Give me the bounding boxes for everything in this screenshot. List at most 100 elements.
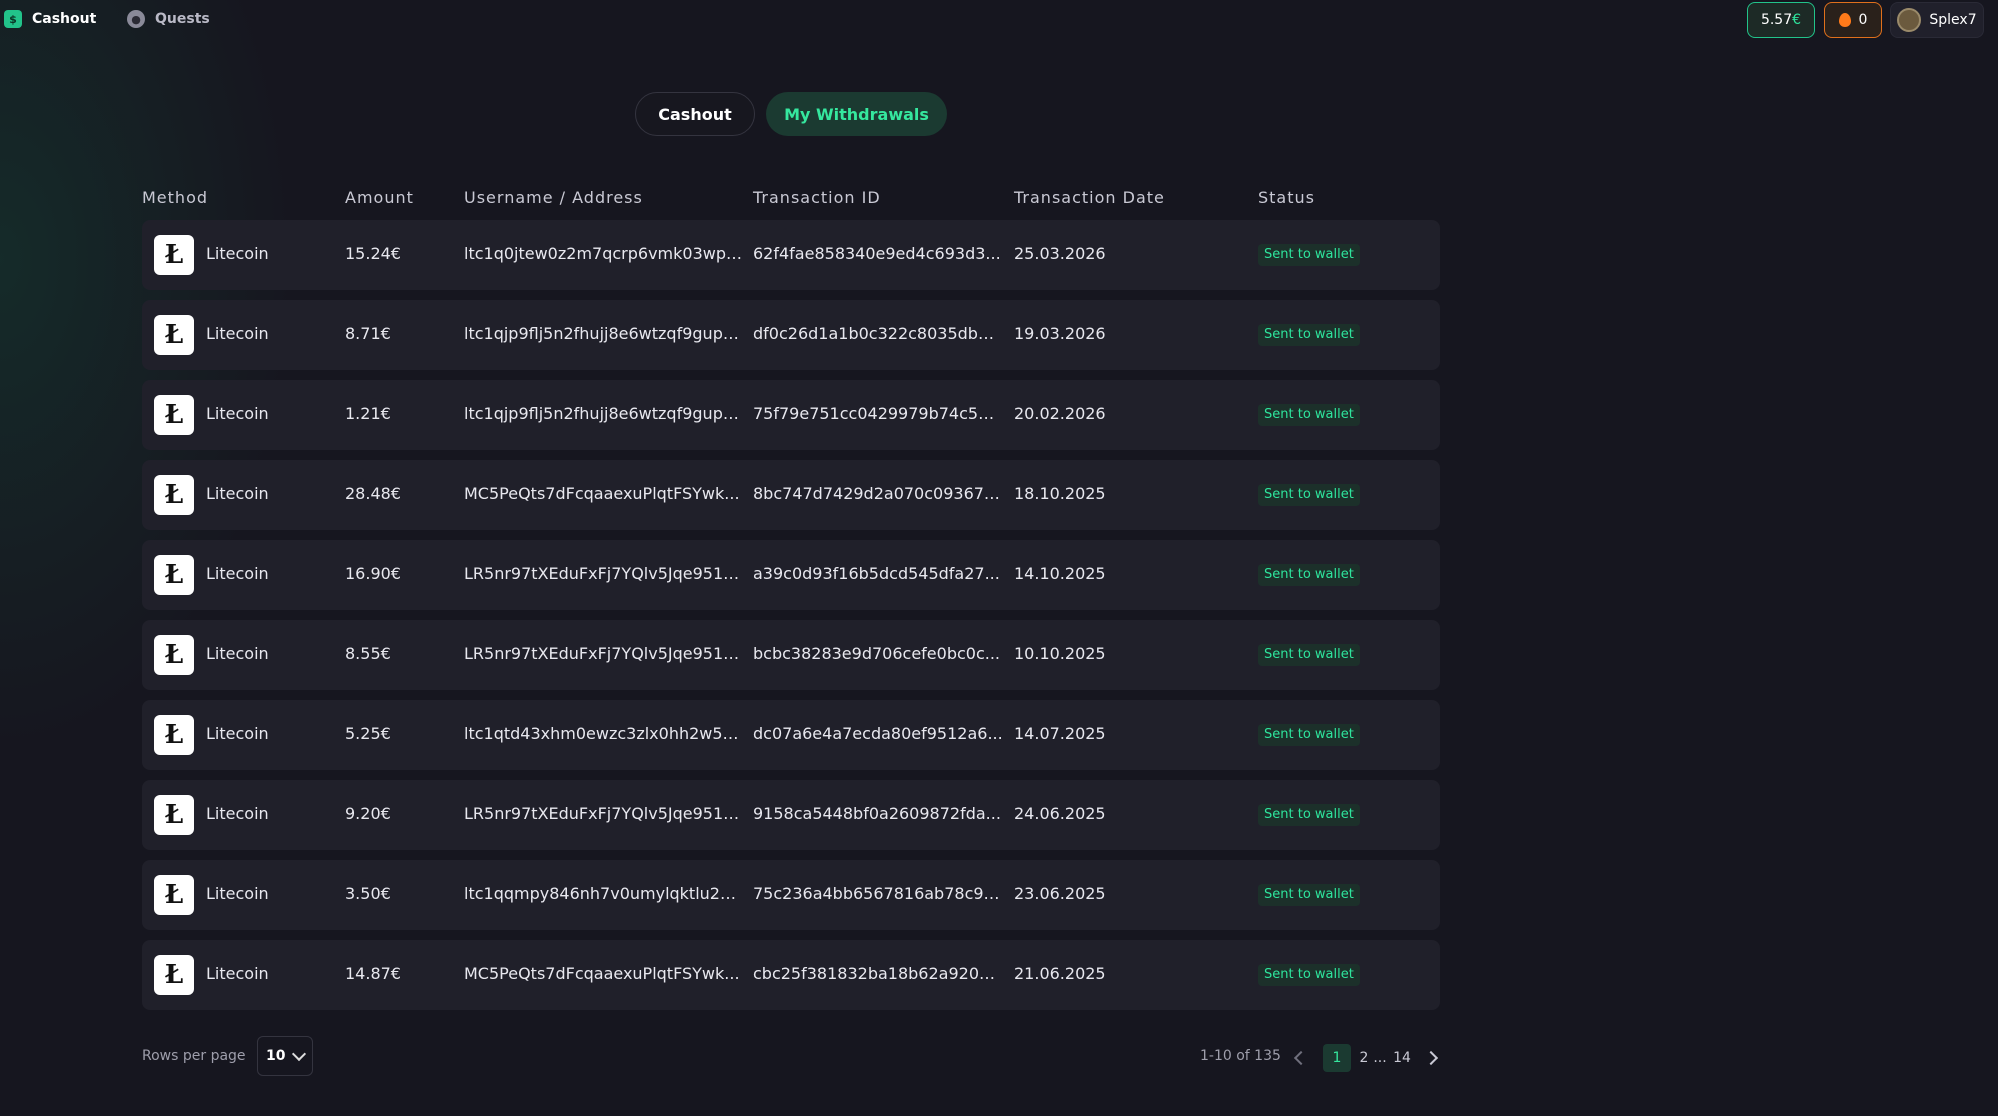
row-method: Litecoin [206, 804, 269, 823]
tab-my-withdrawals[interactable]: My Withdrawals [766, 92, 947, 136]
user-menu[interactable]: Splex7 [1890, 2, 1984, 38]
nav-quests[interactable]: ● Quests [127, 8, 210, 30]
row-transaction-id: 8bc747d7429d2a070c093677... [753, 484, 1003, 503]
row-transaction-id: df0c26d1a1b0c322c8035db0... [753, 324, 1003, 343]
table-row: Ł Litecoin 1.21€ ltc1qjp9flj5n2fhujj8e6w… [142, 380, 1440, 450]
table-row: Ł Litecoin 8.55€ LR5nr97tXEduFxFj7YQlv5J… [142, 620, 1440, 690]
chevron-down-icon [291, 1046, 307, 1062]
column-header-transaction-date: Transaction Date [1014, 188, 1165, 207]
row-amount: 8.71€ [345, 324, 391, 343]
litecoin-icon: Ł [154, 795, 194, 835]
row-transaction-id: cbc25f381832ba18b62a9205d... [753, 964, 1003, 983]
row-date: 14.10.2025 [1014, 564, 1106, 583]
row-transaction-id: 75c236a4bb6567816ab78c90... [753, 884, 1003, 903]
row-date: 14.07.2025 [1014, 724, 1106, 743]
row-date: 24.06.2025 [1014, 804, 1106, 823]
row-method: Litecoin [206, 484, 269, 503]
litecoin-icon: Ł [154, 235, 194, 275]
row-address: ltc1qjp9flj5n2fhujj8e6wtzqf9gup4... [464, 324, 744, 343]
row-date: 25.03.2026 [1014, 244, 1106, 263]
row-address: ltc1qjp9flj5n2fhujj8e6wtzqf9gup4... [464, 404, 744, 423]
row-date: 18.10.2025 [1014, 484, 1106, 503]
dollar-icon: $ [4, 10, 22, 28]
row-date: 21.06.2025 [1014, 964, 1106, 983]
litecoin-icon: Ł [154, 555, 194, 595]
avatar [1897, 8, 1922, 32]
username: Splex7 [1929, 12, 1977, 28]
row-date: 20.02.2026 [1014, 404, 1106, 423]
row-transaction-id: 9158ca5448bf0a2609872fda... [753, 804, 1001, 823]
nav-cashout[interactable]: $ Cashout [4, 8, 96, 30]
table-row: Ł Litecoin 5.25€ ltc1qtd43xhm0ewzc3zlx0h… [142, 700, 1440, 770]
row-amount: 14.87€ [345, 964, 401, 983]
nav-quests-label: Quests [155, 11, 210, 27]
row-method: Litecoin [206, 644, 269, 663]
table-row: Ł Litecoin 14.87€ MC5PeQts7dFcqaaexuPlqt… [142, 940, 1440, 1010]
tab-cashout-label: Cashout [658, 104, 732, 124]
balance-pill[interactable]: 5.57 € [1747, 2, 1815, 38]
column-header-status: Status [1258, 188, 1315, 207]
status-badge: Sent to wallet [1258, 564, 1360, 586]
litecoin-icon: Ł [154, 475, 194, 515]
row-transaction-id: a39c0d93f16b5dcd545dfa27... [753, 564, 1000, 583]
row-method: Litecoin [206, 324, 269, 343]
streak-count: 0 [1858, 12, 1868, 28]
row-transaction-id: bcbc38283e9d706cefe0bc0c... [753, 644, 1001, 663]
litecoin-icon: Ł [154, 315, 194, 355]
streak-pill[interactable]: 0 [1824, 2, 1882, 38]
litecoin-icon: Ł [154, 875, 194, 915]
row-address: ltc1qqmpy846nh7v0umylqktlu2g... [464, 884, 744, 903]
table-row: Ł Litecoin 15.24€ ltc1q0jtew0z2m7qcrp6vm… [142, 220, 1440, 290]
row-amount: 1.21€ [345, 404, 391, 423]
row-address: LR5nr97tXEduFxFj7YQlv5Jqe951Qi... [464, 644, 744, 663]
status-badge: Sent to wallet [1258, 404, 1360, 426]
row-address: ltc1qtd43xhm0ewzc3zlx0hh2w53... [464, 724, 744, 743]
row-method: Litecoin [206, 724, 269, 743]
litecoin-icon: Ł [154, 715, 194, 755]
tab-my-withdrawals-label: My Withdrawals [784, 104, 929, 124]
row-amount: 3.50€ [345, 884, 391, 903]
next-page-button[interactable] [1421, 1044, 1441, 1072]
prev-page-button[interactable] [1291, 1044, 1311, 1072]
row-amount: 8.55€ [345, 644, 391, 663]
table-row: Ł Litecoin 28.48€ MC5PeQts7dFcqaaexuPlqt… [142, 460, 1440, 530]
nav-cashout-label: Cashout [32, 11, 97, 27]
chevron-left-icon [1293, 1050, 1309, 1066]
litecoin-icon: Ł [154, 635, 194, 675]
row-date: 23.06.2025 [1014, 884, 1106, 903]
row-address: LR5nr97tXEduFxFj7YQlv5Jqe951Qi... [464, 564, 744, 583]
row-method: Litecoin [206, 404, 269, 423]
tab-cashout[interactable]: Cashout [635, 92, 755, 136]
page-button-2[interactable]: 2 [1356, 1044, 1372, 1072]
status-badge: Sent to wallet [1258, 484, 1360, 506]
row-transaction-id: 75f79e751cc0429979b74c534... [753, 404, 1003, 423]
column-header-transaction-id: Transaction ID [753, 188, 881, 207]
row-method: Litecoin [206, 564, 269, 583]
column-header-method: Method [142, 188, 209, 207]
medal-icon: ● [127, 10, 145, 28]
status-badge: Sent to wallet [1258, 964, 1360, 986]
status-badge: Sent to wallet [1258, 244, 1360, 266]
rows-per-page-select[interactable]: 10 [257, 1036, 313, 1076]
row-address: MC5PeQts7dFcqaaexuPlqtFSYwk... [464, 484, 740, 503]
row-transaction-id: 62f4fae858340e9ed4c693d3... [753, 244, 1001, 263]
row-address: LR5nr97tXEduFxFj7YQlv5Jqe951Qi... [464, 804, 744, 823]
row-address: MC5PeQts7dFcqaaexuPlqtFSYwk... [464, 964, 740, 983]
litecoin-icon: Ł [154, 395, 194, 435]
status-badge: Sent to wallet [1258, 724, 1360, 746]
table-row: Ł Litecoin 3.50€ ltc1qqmpy846nh7v0umylqk… [142, 860, 1440, 930]
balance-amount: 5.57 [1760, 12, 1793, 28]
row-method: Litecoin [206, 884, 269, 903]
row-amount: 15.24€ [345, 244, 401, 263]
fire-icon [1838, 13, 1851, 27]
row-transaction-id: dc07a6e4a7ecda80ef9512a6... [753, 724, 1003, 743]
pagination-ellipsis: ... [1373, 1050, 1387, 1066]
page-button-1[interactable]: 1 [1323, 1044, 1351, 1072]
row-amount: 28.48€ [345, 484, 401, 503]
status-badge: Sent to wallet [1258, 324, 1360, 346]
litecoin-icon: Ł [154, 955, 194, 995]
page-button-14[interactable]: 14 [1391, 1044, 1413, 1072]
rows-per-page-label: Rows per page [142, 1048, 246, 1064]
row-date: 10.10.2025 [1014, 644, 1106, 663]
status-badge: Sent to wallet [1258, 884, 1360, 906]
